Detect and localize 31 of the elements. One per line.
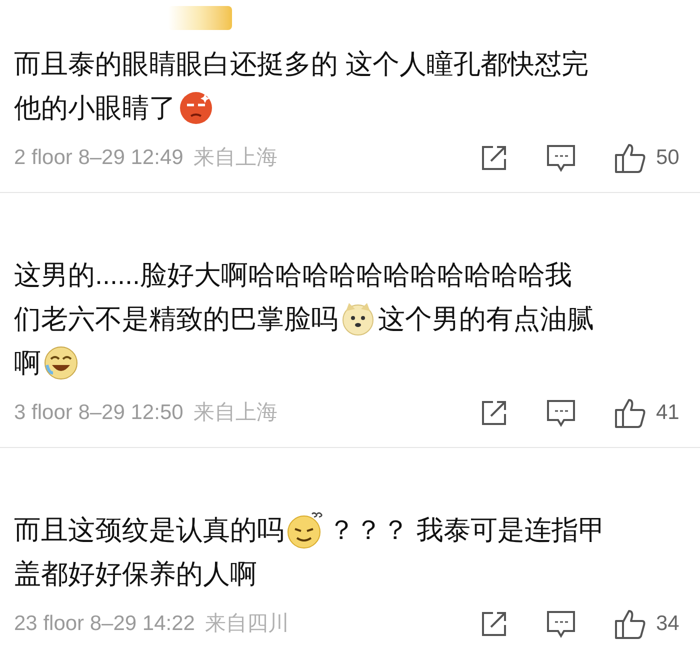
angry-face-icon (178, 90, 214, 126)
comment-text: 而且泰的眼睛眼白还挺多的 这个人瞳孔都快怼完 (14, 48, 589, 81)
location: 来自四川 (204, 611, 289, 638)
like-count: 34 (656, 611, 680, 638)
location: 来自上海 (193, 400, 278, 426)
floor-time: 3 floor 8–29 12:50 (14, 400, 184, 426)
share-icon[interactable] (480, 144, 508, 172)
comment-text: 们老六不是精致的巴掌脸吗 (14, 303, 338, 336)
floor-time: 23 floor 8–29 14:22 (14, 611, 195, 638)
dog-face-icon (340, 301, 376, 337)
like-count: 50 (656, 145, 680, 172)
share-icon[interactable] (480, 610, 508, 638)
comment-icon[interactable] (546, 609, 576, 639)
laughing-face-icon (43, 345, 79, 381)
badge-icon (168, 6, 232, 30)
comment-text: 这男的......脸好大啊哈哈哈哈哈哈哈哈哈哈哈我 (14, 259, 572, 292)
like-count: 41 (656, 400, 680, 426)
comment-icon[interactable] (546, 398, 576, 428)
thumbs-up-icon[interactable] (614, 397, 646, 429)
thumbs-up-icon[interactable] (614, 142, 646, 174)
comment-text: 他的小眼睛了 (14, 92, 176, 125)
comment-icon[interactable] (546, 143, 576, 173)
location: 来自上海 (193, 145, 278, 172)
comment-text: 而且这颈纹是认真的吗 (14, 514, 284, 547)
comment-text: 这个男的有点油腻 (378, 303, 594, 336)
comment-text: 啊 (14, 347, 41, 380)
comment-text: ？？？ 我泰可是连指甲 (328, 514, 606, 547)
comment-text: 盖都好好保养的人啊 (14, 558, 257, 591)
floor-time: 2 floor 8–29 12:49 (14, 145, 184, 172)
share-icon[interactable] (480, 399, 508, 427)
thumbs-up-icon[interactable] (614, 608, 646, 640)
